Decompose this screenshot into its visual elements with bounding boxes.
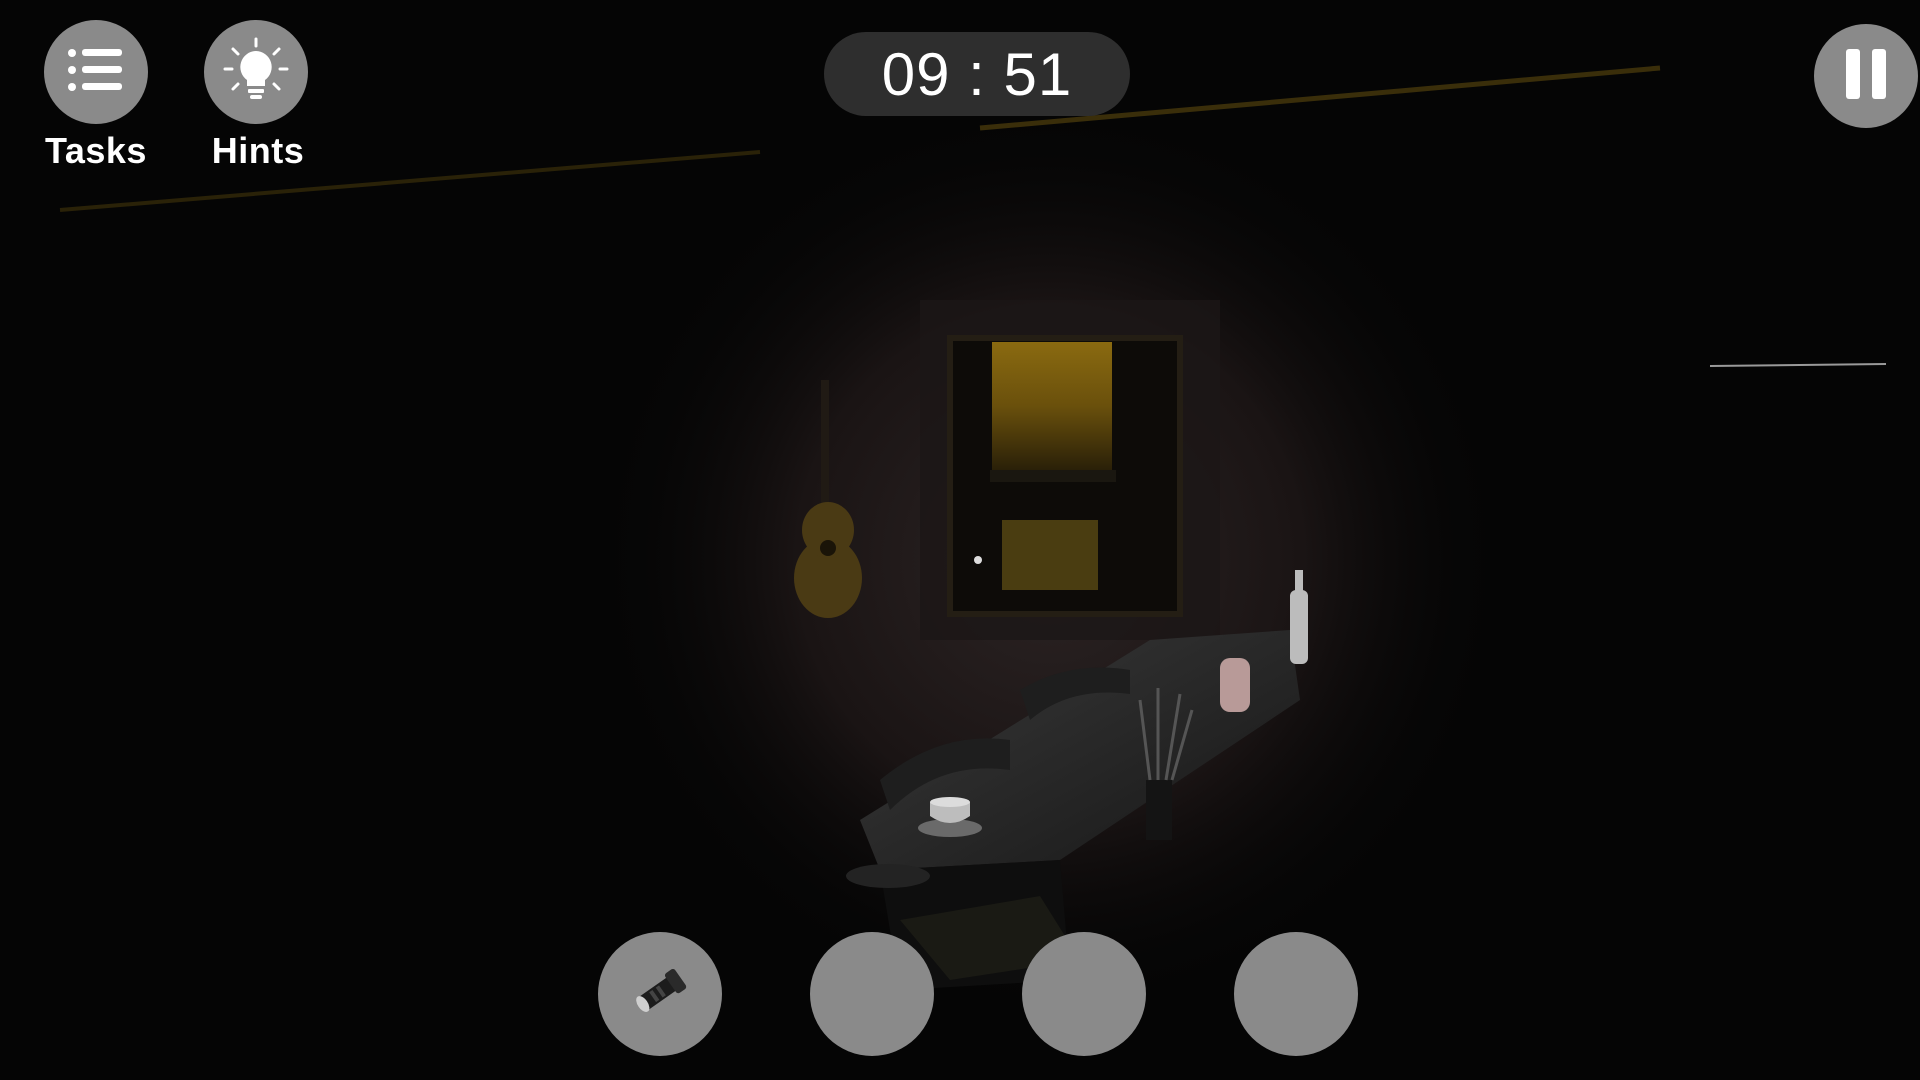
inventory-slot-1[interactable] xyxy=(598,932,722,1056)
hints-label: Hints xyxy=(211,130,305,171)
pause-button[interactable] xyxy=(1814,24,1918,128)
inventory-slot-3[interactable] xyxy=(1022,932,1146,1056)
flashlight-icon xyxy=(625,962,695,1027)
countdown-timer: 09 : 51 xyxy=(824,32,1130,116)
crosshair-dot xyxy=(974,556,982,564)
window-shelf xyxy=(990,470,1116,482)
window-lit-shelf xyxy=(1002,520,1098,590)
list-icon xyxy=(66,45,126,100)
tasks-button[interactable] xyxy=(44,20,148,124)
pause-icon xyxy=(1844,47,1888,106)
jar-prop xyxy=(1220,658,1250,712)
game-viewport[interactable]: Tasks Hints 09 : 51 xyxy=(0,0,1920,1080)
plate-prop xyxy=(846,864,930,888)
inventory-slot-4[interactable] xyxy=(1234,932,1358,1056)
window-glow xyxy=(992,342,1112,470)
hints-button[interactable] xyxy=(204,20,308,124)
inventory-slot-2[interactable] xyxy=(810,932,934,1056)
lightbulb-icon xyxy=(221,35,291,110)
tasks-label: Tasks xyxy=(45,130,147,171)
